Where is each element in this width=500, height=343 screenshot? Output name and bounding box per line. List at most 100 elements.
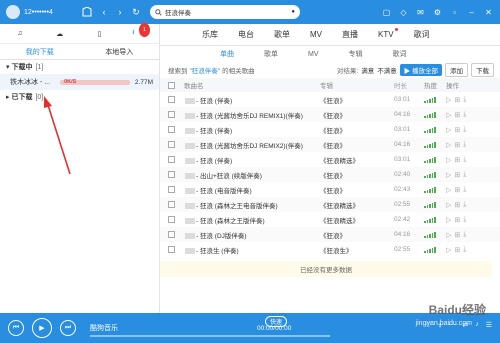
forward-icon[interactable]: › <box>114 6 126 18</box>
satisfied-link[interactable]: 满意 <box>361 65 374 75</box>
song-title[interactable]: - 狂浪 (电音版伴奏) <box>180 185 320 195</box>
refresh-icon[interactable]: ↻ <box>130 6 142 18</box>
song-title[interactable]: - 狂浪 (伴奏) <box>180 125 320 135</box>
close-icon[interactable]: ✕ <box>483 7 494 18</box>
add-icon[interactable]: ⊞ <box>454 231 460 239</box>
download-icon[interactable]: ⭳ 1 <box>132 22 151 41</box>
song-title[interactable]: - 狂浪生 (伴奏) <box>180 245 320 255</box>
table-row[interactable]: - 出山+狂浪 (续版伴奏) 《狂浪》 02:40 ▷ ⊞ ⤓ <box>160 167 500 182</box>
add-icon[interactable]: ⊞ <box>454 216 460 224</box>
song-title[interactable]: - 狂浪 (光酱坊舍乐DJ REMIX2)(伴奏) <box>180 140 320 150</box>
row-checkbox[interactable] <box>168 111 175 118</box>
song-album[interactable]: 《狂浪精选》 <box>320 200 394 210</box>
tab-radio[interactable]: 电台 <box>238 29 254 40</box>
play-icon[interactable]: ▷ <box>446 201 451 209</box>
row-checkbox[interactable] <box>168 201 175 208</box>
download-row-icon[interactable]: ⤓ <box>463 111 466 119</box>
download-item[interactable]: 铁木冰冰 - ... 0K/S 2.77M <box>0 74 159 90</box>
play-icon[interactable]: ▷ <box>446 141 451 149</box>
skin-icon[interactable] <box>80 5 94 19</box>
song-album[interactable]: 《狂浪》 <box>320 95 394 105</box>
user-name[interactable]: 12•••••••4 <box>24 9 74 16</box>
download-row-icon[interactable]: ⤓ <box>463 216 466 224</box>
download-row-icon[interactable]: ⤓ <box>463 186 466 194</box>
song-title[interactable]: - 出山+狂浪 (续版伴奏) <box>180 170 320 180</box>
play-icon[interactable]: ▷ <box>446 216 451 224</box>
row-checkbox[interactable] <box>168 156 175 163</box>
subtab-mv[interactable]: MV <box>308 51 319 58</box>
add-icon[interactable]: ⊞ <box>454 186 460 194</box>
add-button[interactable]: 添加 <box>445 63 468 77</box>
download-row-icon[interactable]: ⤓ <box>463 141 466 149</box>
minimize-icon[interactable]: – <box>466 7 477 18</box>
play-icon[interactable]: ▷ <box>446 246 451 254</box>
mic-icon[interactable]: ● <box>291 9 295 15</box>
download-row-icon[interactable]: ⤓ <box>463 156 466 164</box>
avatar[interactable] <box>6 5 20 19</box>
play-icon[interactable]: ▷ <box>446 156 451 164</box>
download-row-icon[interactable]: ⤓ <box>463 126 466 134</box>
song-album[interactable]: 《狂浪》 <box>320 230 394 240</box>
prev-button[interactable]: ⏮ <box>8 320 24 336</box>
play-icon[interactable]: ▷ <box>446 231 451 239</box>
row-checkbox[interactable] <box>168 141 175 148</box>
play-icon[interactable]: ▷ <box>446 186 451 194</box>
downloading-group[interactable]: ▾ 下载中 [1] <box>0 60 159 74</box>
play-icon[interactable]: ▷ <box>446 111 451 119</box>
search-input[interactable]: 狂浪伴奏 ● <box>150 5 300 19</box>
song-album[interactable]: 《狂浪》 <box>320 125 394 135</box>
volume-icon[interactable]: ♪ <box>475 321 479 332</box>
tab-playlists[interactable]: 歌单 <box>274 29 290 40</box>
tab-ktv[interactable]: KTV <box>378 28 398 39</box>
tab-local-import[interactable]: 本地导入 <box>80 44 160 59</box>
tab-library[interactable]: 乐库 <box>202 29 218 40</box>
add-icon[interactable]: ⊞ <box>454 141 460 149</box>
skin-theme-icon[interactable]: ◇ <box>398 7 409 18</box>
song-title[interactable]: - 狂浪 (DJ版伴奏) <box>180 230 320 240</box>
table-row[interactable]: - 狂浪 (伴奏) 《狂浪》 03:01 ▷ ⊞ ⤓ <box>160 92 500 107</box>
table-row[interactable]: - 狂浪 (DJ版伴奏) 《狂浪》 04:16 ▷ ⊞ ⤓ <box>160 227 500 242</box>
download-row-icon[interactable]: ⤓ <box>463 231 466 239</box>
subtab-songs[interactable]: 单曲 <box>220 49 234 59</box>
table-row[interactable]: - 狂浪 (森林之王电音版伴奏) 《狂浪精选》 02:55 ▷ ⊞ ⤓ <box>160 197 500 212</box>
game-icon[interactable]: ▢ <box>381 7 392 18</box>
add-icon[interactable]: ⊞ <box>454 201 460 209</box>
row-checkbox[interactable] <box>168 96 175 103</box>
row-checkbox[interactable] <box>168 186 175 193</box>
song-album[interactable]: 《狂浪精选》 <box>320 155 394 165</box>
table-row[interactable]: - 狂浪生 (伴奏) 《狂浪生》 02:55 ▷ ⊞ ⤓ <box>160 242 500 257</box>
tab-my-downloads[interactable]: 我的下载 <box>0 44 80 59</box>
music-note-icon[interactable]: ♫ <box>13 27 27 41</box>
download-button[interactable]: 下载 <box>471 63 494 77</box>
row-checkbox[interactable] <box>168 246 175 253</box>
back-icon[interactable]: ‹ <box>98 6 110 18</box>
song-album[interactable]: 《狂浪精选》 <box>320 215 394 225</box>
playlist-icon[interactable]: ☰ <box>486 321 492 332</box>
message-icon[interactable]: ✉ <box>415 7 426 18</box>
download-row-icon[interactable]: ⤓ <box>463 171 466 179</box>
download-row-icon[interactable]: ⤓ <box>463 201 466 209</box>
song-title[interactable]: - 狂浪 (森林之王版伴奏) <box>180 215 320 225</box>
song-title[interactable]: - 狂浪 (光酱坊舍乐DJ REMIX1)(伴奏) <box>180 110 320 120</box>
subtab-lyrics[interactable]: 歌词 <box>393 49 407 59</box>
add-icon[interactable]: ⊞ <box>454 246 460 254</box>
table-row[interactable]: - 狂浪 (电音版伴奏) 《狂浪》 02:43 ▷ ⊞ ⤓ <box>160 182 500 197</box>
song-title[interactable]: - 狂浪 (伴奏) <box>180 155 320 165</box>
download-row-icon[interactable]: ⤓ <box>463 96 466 104</box>
row-checkbox[interactable] <box>168 216 175 223</box>
song-title[interactable]: - 狂浪 (伴奏) <box>180 95 320 105</box>
play-icon[interactable]: ▷ <box>446 171 451 179</box>
song-album[interactable]: 《狂浪》 <box>320 170 394 180</box>
tab-mv[interactable]: MV <box>310 30 322 39</box>
unsatisfied-link[interactable]: 不满意 <box>377 65 397 75</box>
play-icon[interactable]: ▷ <box>446 96 451 104</box>
table-row[interactable]: - 狂浪 (伴奏) 《狂浪精选》 03:01 ▷ ⊞ ⤓ <box>160 152 500 167</box>
tab-lyrics[interactable]: 歌词 <box>414 29 430 40</box>
download-row-icon[interactable]: ⤓ <box>463 246 466 254</box>
add-icon[interactable]: ⊞ <box>454 126 460 134</box>
table-row[interactable]: - 狂浪 (光酱坊舍乐DJ REMIX1)(伴奏) 《狂浪》 04:16 ▷ ⊞ ⤓ <box>160 107 500 122</box>
subtab-playlists[interactable]: 歌单 <box>264 49 278 59</box>
settings-icon[interactable]: ⚙ <box>432 7 443 18</box>
mini-mode-icon[interactable]: ▫ <box>449 7 460 18</box>
play-all-button[interactable]: ▶ 播放全部 <box>399 64 442 76</box>
